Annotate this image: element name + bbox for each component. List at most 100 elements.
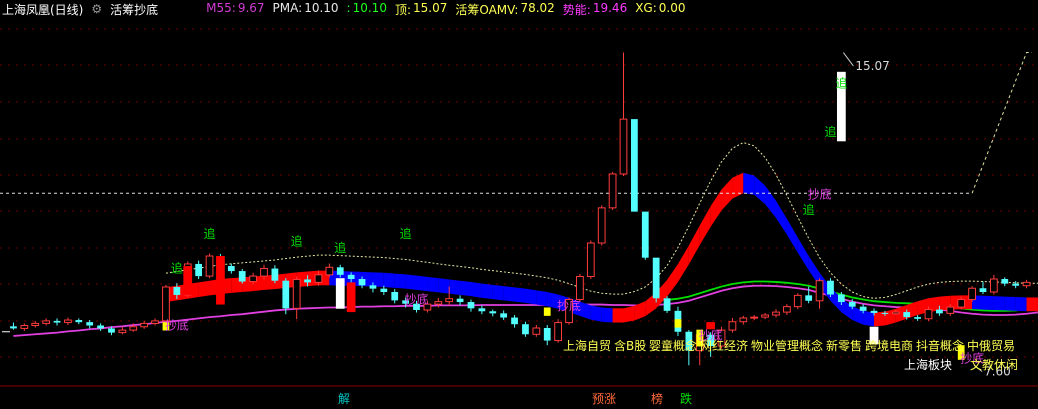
concept-tag[interactable]: 上海自贸 (563, 337, 611, 354)
candle-body (314, 274, 323, 283)
ribbon-segment (699, 206, 711, 246)
candle-body (238, 271, 246, 282)
candle-body (1012, 283, 1020, 286)
ribbon-segment (601, 307, 613, 323)
ribbon-segment (612, 308, 624, 323)
concept-tag[interactable]: 跨境电商 (865, 337, 913, 354)
ribbon-segment (732, 172, 744, 199)
board-tag[interactable]: 上海板块 (904, 356, 952, 373)
chaodi-label: 抄底 (808, 187, 832, 202)
candle-body (793, 294, 802, 308)
concept-tag[interactable]: 抖音概念 (916, 337, 964, 354)
ribbon-segment (623, 305, 635, 323)
candle-body (162, 286, 170, 322)
ribbon-segment (492, 284, 504, 301)
candle-body (761, 314, 769, 318)
high-pointer (842, 52, 854, 67)
indicator-label: M55: (206, 0, 236, 15)
chart-header: 上海凤凰(日线) ⚙ 活筹抄底 M55: 9.67 PMA: 10.10:10.10 顶… (0, 0, 685, 18)
ribbon-segment (460, 280, 471, 297)
indicator-item: 顶: 15.07 (395, 1, 447, 18)
indicator-value: 10.10 (304, 0, 339, 15)
indicator-item: PMA: 10.10 (273, 1, 339, 18)
ribbon-segment (503, 286, 515, 302)
candle-body (467, 302, 475, 309)
indicator-value: 19.46 (592, 0, 628, 15)
signal-bar (674, 319, 682, 328)
concept-tag[interactable]: 中俄贸易 (967, 337, 1015, 354)
candle-body (586, 242, 595, 278)
candle-body (140, 322, 149, 328)
tab-die[interactable]: 跌 (680, 390, 692, 407)
candle-body (500, 313, 508, 318)
chaodi-label: 抄底 (557, 298, 581, 313)
zhui-label: 追 (291, 234, 303, 249)
indicator-value: 9.67 (237, 0, 265, 15)
ribbon-segment (765, 185, 776, 218)
indicator-value: 78.02 (520, 0, 555, 15)
candle-body (1022, 281, 1031, 287)
candle-body (903, 312, 911, 318)
ribbon-segment (525, 288, 537, 305)
candle-body (304, 279, 311, 283)
signal-bar (183, 266, 193, 295)
indicator-label: XG: (635, 0, 657, 15)
candle-body (53, 320, 61, 323)
concept-tag[interactable]: 婴童概念 (649, 337, 697, 354)
candle-body (173, 286, 181, 295)
ribbon-segment (1026, 297, 1038, 312)
candle-body (249, 275, 257, 283)
candle-body (827, 280, 834, 295)
candle-body (957, 299, 966, 308)
candle-body (336, 267, 344, 275)
candle-body (522, 324, 529, 335)
ribbon-segment (590, 305, 602, 322)
ribbon-segment (438, 278, 450, 294)
candle-body (597, 207, 606, 244)
concept-tag[interactable]: 文教休闲 (970, 356, 1018, 373)
indicator-item: M55: 9.67 (206, 1, 264, 18)
tab-jie[interactable]: 解 (338, 390, 350, 407)
candle-body (543, 328, 551, 341)
tab-bang[interactable]: 榜 (651, 390, 663, 407)
candle-body (20, 324, 29, 329)
concept-tag[interactable]: 含B股 (614, 337, 646, 354)
candle-body (750, 316, 759, 319)
ribbon-segment (449, 279, 461, 295)
signal-bar (335, 278, 345, 309)
chaodi-label: 抄底 (405, 292, 429, 307)
ribbon-segment (634, 301, 646, 321)
candle-body (478, 308, 486, 312)
zhui-label: 追 (171, 260, 183, 275)
candle-body (151, 320, 159, 324)
ribbon-segment (710, 189, 722, 227)
candle-body (347, 274, 355, 280)
concept-tag[interactable]: 新零售 (826, 337, 862, 354)
tab-yuzhang[interactable]: 预涨 (592, 390, 616, 407)
candle-body (456, 298, 464, 303)
candle-body (97, 325, 104, 329)
candle-body (891, 311, 900, 315)
gear-icon[interactable]: ⚙ (91, 2, 102, 16)
candle-body (608, 173, 617, 209)
ribbon-segment (536, 290, 548, 307)
concept-tag[interactable]: 物业管理概念 (751, 337, 823, 354)
candle-body (31, 322, 40, 326)
candle-body (554, 322, 563, 342)
candle-body (532, 327, 541, 335)
candle-body (445, 298, 454, 303)
ribbon-segment (743, 172, 755, 195)
concept-tag[interactable]: 网红经济 (700, 337, 748, 354)
zhui-label: 追 (835, 75, 847, 90)
candle-body (924, 309, 933, 320)
candle-body (369, 285, 377, 289)
candle-body (815, 280, 824, 302)
candle-body (859, 306, 867, 311)
zhui-label: 追 (334, 240, 346, 255)
indicator-name[interactable]: 活筹抄底 (110, 1, 158, 18)
candle-body (10, 326, 17, 329)
zhui-label: 追 (824, 124, 836, 139)
candle-body (805, 295, 813, 301)
ribbon-segment (383, 272, 395, 288)
ribbon-segment (677, 245, 689, 282)
